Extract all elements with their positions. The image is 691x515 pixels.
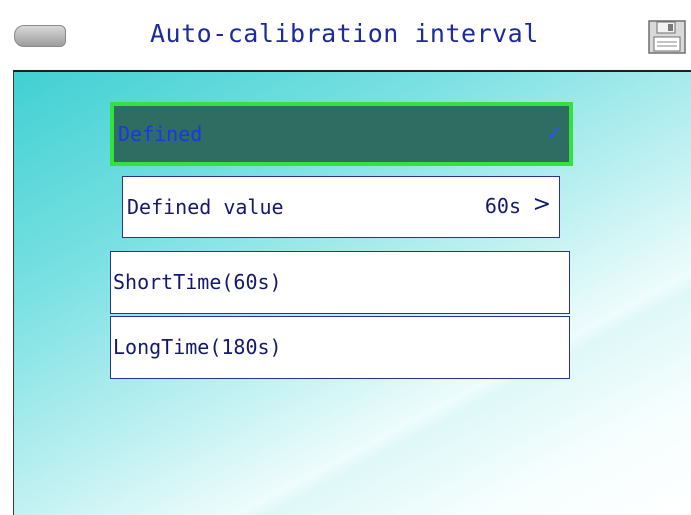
option-short-time[interactable]: ShortTime(60s)	[110, 251, 570, 314]
checkmark-icon: ✓	[546, 121, 563, 145]
header-bar: Auto-calibration interval	[0, 0, 691, 70]
option-defined-label: Defined	[118, 122, 203, 146]
floppy-disk-icon[interactable]	[648, 20, 686, 54]
option-defined-value-label: Defined value	[127, 195, 284, 219]
option-defined-value[interactable]: Defined value 60s >	[122, 176, 560, 238]
chevron-right-icon: >	[532, 192, 551, 217]
option-short-time-label: ShortTime(60s)	[113, 270, 282, 294]
option-defined[interactable]: Defined ✓	[110, 102, 573, 166]
back-arrow-icon[interactable]	[14, 25, 66, 47]
screen: Auto-calibration interval Defined ✓ Defi…	[0, 0, 691, 515]
option-long-time-label: LongTime(180s)	[113, 335, 282, 359]
page-title: Auto-calibration interval	[150, 19, 539, 48]
option-defined-value-value: 60s	[484, 194, 521, 218]
option-long-time[interactable]: LongTime(180s)	[110, 316, 570, 379]
